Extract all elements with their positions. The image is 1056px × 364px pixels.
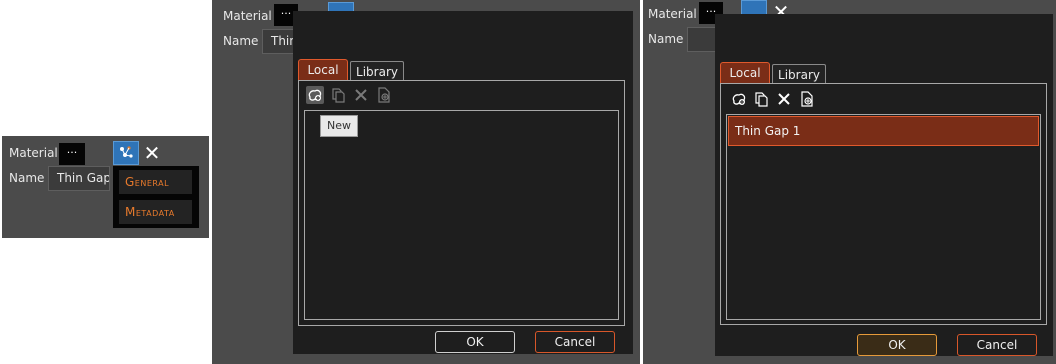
name-label: Name [223,34,259,48]
name-label: Name [648,32,684,46]
material-label: Material [223,9,272,23]
new-material-icon[interactable] [306,86,324,104]
ok-button[interactable]: OK [857,334,937,356]
new-material-icon[interactable] [730,90,748,108]
material-library-dialog: Local Library New OK Cancel [293,11,633,354]
delete-icon[interactable] [352,86,370,104]
tab-local[interactable]: Local [720,62,770,84]
material-label: Material [648,7,697,21]
copy-icon[interactable] [329,86,347,104]
tab-library[interactable]: Library [772,64,826,84]
name-field[interactable]: Thin Gap [48,166,110,191]
ok-button[interactable]: OK [435,331,515,353]
delete-icon[interactable] [775,90,793,108]
material-browse-button[interactable]: ··· [59,143,85,165]
import-icon[interactable] [798,90,816,108]
close-icon[interactable]: ✕ [142,143,162,163]
menu-item-general[interactable]: General [119,170,192,194]
name-label: Name [9,171,45,185]
material-panel-3: Material ··· ✕ Name Local Library Thin G… [643,0,1056,364]
cancel-button[interactable]: Cancel [535,331,615,353]
local-materials-list[interactable] [304,110,619,320]
tab-local[interactable]: Local [298,59,348,81]
cancel-button[interactable]: Cancel [957,334,1037,356]
material-panel-2: Material ··· Name Thin Local Library New… [212,0,640,364]
import-icon[interactable] [375,86,393,104]
material-label: Material [9,146,58,160]
material-library-dialog: Local Library Thin Gap 1 OK Cancel [715,14,1053,356]
menu-item-metadata[interactable]: Metadata [119,200,192,224]
properties-menu: General Metadata [113,166,199,228]
properties-icon [120,146,133,158]
list-item[interactable]: Thin Gap 1 [728,116,1039,146]
material-panel-1: Material ··· ✕ Name Thin Gap General Met… [2,136,209,238]
copy-icon[interactable] [752,90,770,108]
material-tools-button[interactable] [113,141,139,165]
tab-library[interactable]: Library [350,61,404,81]
new-tooltip: New [320,115,358,137]
